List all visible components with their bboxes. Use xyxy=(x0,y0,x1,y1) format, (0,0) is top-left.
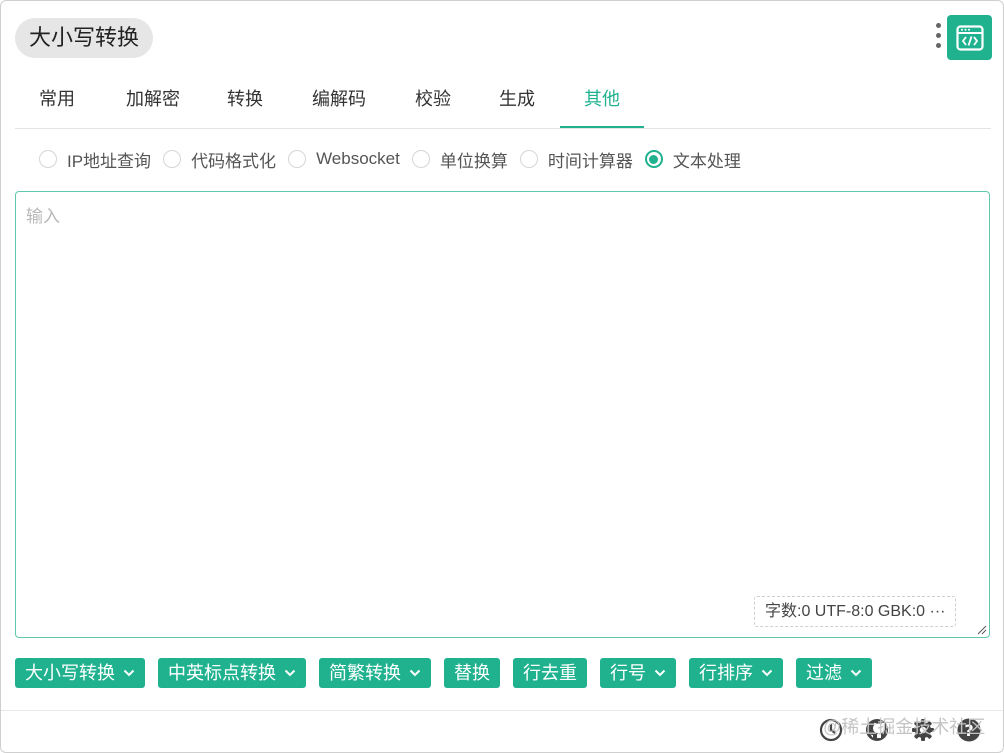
radio-circle-icon xyxy=(39,150,57,168)
radio-circle-icon xyxy=(288,150,307,168)
footer-divider xyxy=(1,710,1003,711)
button-label: 行号 xyxy=(610,663,646,683)
simplified-traditional-button[interactable]: 简繁转换 xyxy=(319,658,431,688)
radio-circle-icon xyxy=(163,150,182,168)
button-label: 过滤 xyxy=(806,663,842,683)
button-label: 中英标点转换 xyxy=(168,663,276,683)
app-window: 大小写转换 常用 加解密 转换 编解码 校验 生成 其他 IP地址查询 代码格式… xyxy=(0,0,1004,753)
button-label: 行去重 xyxy=(523,663,577,683)
kebab-menu-icon[interactable] xyxy=(933,23,943,53)
chevron-down-icon xyxy=(409,669,421,677)
tab-other[interactable]: 其他 xyxy=(560,75,644,128)
radio-ip-lookup[interactable]: IP地址查询 xyxy=(39,147,151,172)
tab-generate[interactable]: 生成 xyxy=(475,75,559,127)
button-label: 替换 xyxy=(454,663,490,683)
replace-button[interactable]: 替换 xyxy=(444,658,500,688)
radio-time-calculator[interactable]: 时间计算器 xyxy=(519,147,633,172)
tab-bar: 常用 加解密 转换 编解码 校验 生成 其他 xyxy=(15,75,991,129)
radio-unit-convert[interactable]: 单位换算 xyxy=(411,147,508,172)
chevron-down-icon xyxy=(850,669,862,677)
resize-handle-icon[interactable] xyxy=(977,625,987,635)
radio-label: 单位换算 xyxy=(439,151,508,171)
input-textarea[interactable] xyxy=(16,192,989,637)
chevron-down-icon xyxy=(761,669,773,677)
button-label: 行排序 xyxy=(699,663,753,683)
radio-circle-icon xyxy=(519,150,538,168)
punctuation-convert-button[interactable]: 中英标点转换 xyxy=(158,658,306,688)
page-title: 大小写转换 xyxy=(15,18,154,58)
sort-lines-button[interactable]: 行排序 xyxy=(689,658,783,688)
radio-checked-icon xyxy=(644,150,663,168)
dedupe-lines-button[interactable]: 行去重 xyxy=(513,658,587,688)
radio-label: 文本处理 xyxy=(672,151,741,171)
button-label: 简繁转换 xyxy=(329,663,401,683)
action-toolbar: 大小写转换 中英标点转换 简繁转换 替换 行去重 行号 行排序 过滤 xyxy=(15,658,885,688)
case-convert-button[interactable]: 大小写转换 xyxy=(15,658,145,688)
tab-convert[interactable]: 转换 xyxy=(205,75,285,127)
radio-text-processing[interactable]: 文本处理 xyxy=(644,147,741,172)
radio-label: 时间计算器 xyxy=(547,151,633,171)
tool-radio-group: IP地址查询 代码格式化 Websocket 单位换算 时间计算器 文本处理 xyxy=(39,145,753,173)
tab-verify[interactable]: 校验 xyxy=(391,75,475,127)
radio-label: Websocket xyxy=(316,149,400,168)
radio-code-format[interactable]: 代码格式化 xyxy=(163,147,276,172)
code-window-icon[interactable] xyxy=(947,15,992,60)
tab-common[interactable]: 常用 xyxy=(15,75,99,127)
watermark-text: @稀土掘金技术社区 xyxy=(823,717,986,737)
tab-codec[interactable]: 编解码 xyxy=(297,75,381,127)
filter-button[interactable]: 过滤 xyxy=(796,658,872,688)
chevron-down-icon xyxy=(654,669,666,677)
radio-websocket[interactable]: Websocket xyxy=(288,149,400,169)
char-count-stats[interactable]: 字数:0 UTF-8:0 GBK:0 ··· xyxy=(754,596,957,627)
radio-label: IP地址查询 xyxy=(67,151,152,171)
chevron-down-icon xyxy=(123,669,135,677)
chevron-down-icon xyxy=(284,669,296,677)
line-number-button[interactable]: 行号 xyxy=(600,658,676,688)
radio-label: 代码格式化 xyxy=(191,151,277,171)
tab-encrypt[interactable]: 加解密 xyxy=(111,75,195,127)
radio-circle-icon xyxy=(411,150,430,168)
text-input-area: 字数:0 UTF-8:0 GBK:0 ··· xyxy=(15,191,990,638)
button-label: 大小写转换 xyxy=(25,663,115,683)
